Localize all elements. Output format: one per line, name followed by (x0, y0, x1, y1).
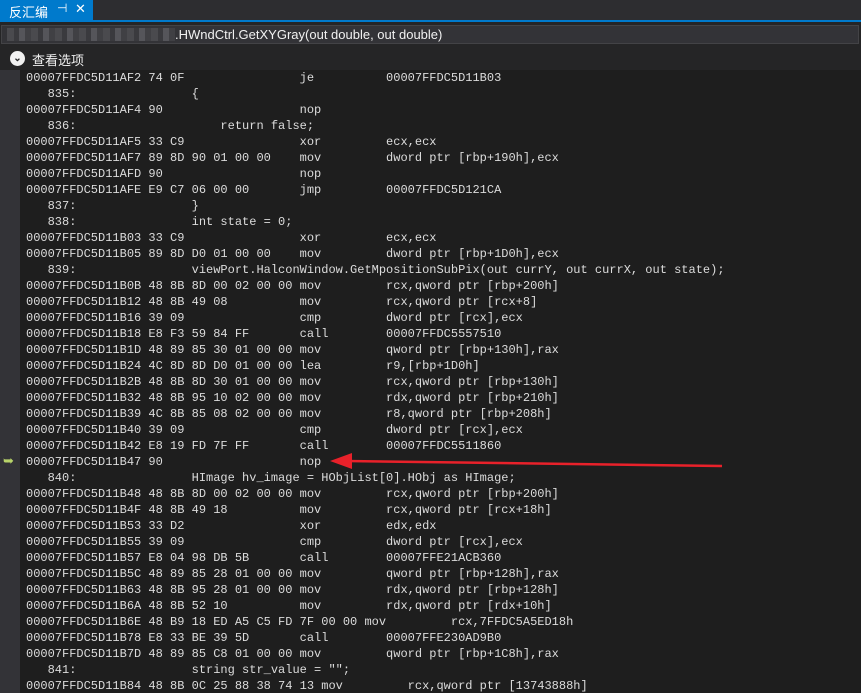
asm-line[interactable]: 00007FFDC5D11B48 48 8B 8D 00 02 00 00 mo… (26, 486, 559, 502)
asm-line[interactable]: 00007FFDC5D11B24 4C 8D 8D D0 01 00 00 le… (26, 358, 480, 374)
redacted-namespace (7, 28, 175, 41)
asm-line[interactable]: 00007FFDC5D11AF5 33 C9 xor ecx,ecx (26, 134, 436, 150)
asm-line[interactable]: 00007FFDC5D11B6E 48 B9 18 ED A5 C5 FD 7F… (26, 614, 573, 630)
instruction-pointer-arrow-icon: ➥ (3, 453, 14, 468)
asm-line[interactable]: 00007FFDC5D11AFD 90 nop (26, 166, 321, 182)
asm-line[interactable]: 00007FFDC5D11B0B 48 8B 8D 00 02 00 00 mo… (26, 278, 559, 294)
indicator-margin[interactable]: ➥ (0, 70, 20, 693)
source-line[interactable]: 838: int state = 0; (26, 214, 293, 230)
asm-line[interactable]: 00007FFDC5D11B55 39 09 cmp dword ptr [rc… (26, 534, 523, 550)
asm-line[interactable]: 00007FFDC5D11B42 E8 19 FD 7F FF call 000… (26, 438, 501, 454)
asm-line[interactable]: 00007FFDC5D11B18 E8 F3 59 84 FF call 000… (26, 326, 501, 342)
asm-line[interactable]: 00007FFDC5D11B63 48 8B 95 28 01 00 00 mo… (26, 582, 559, 598)
address-input[interactable]: .HWndCtrl.GetXYGray(out double, out doub… (1, 25, 859, 44)
asm-line[interactable]: 00007FFDC5D11B1D 48 89 85 30 01 00 00 mo… (26, 342, 559, 358)
asm-line[interactable]: 00007FFDC5D11AFE E9 C7 06 00 00 jmp 0000… (26, 182, 501, 198)
pin-icon[interactable]: ⊣ (57, 1, 67, 15)
address-bar: .HWndCtrl.GetXYGray(out double, out doub… (0, 22, 861, 46)
asm-line[interactable]: 00007FFDC5D11B03 33 C9 xor ecx,ecx (26, 230, 436, 246)
asm-line[interactable]: 00007FFDC5D11AF7 89 8D 90 01 00 00 mov d… (26, 150, 559, 166)
source-line[interactable]: 839: viewPort.HalconWindow.GetMpositionS… (26, 262, 725, 278)
asm-line[interactable]: 00007FFDC5D11B57 E8 04 98 DB 5B call 000… (26, 550, 501, 566)
source-line[interactable]: 836: return false; (26, 118, 314, 134)
source-line[interactable]: 837: } (26, 198, 199, 214)
asm-line[interactable]: 00007FFDC5D11B05 89 8D D0 01 00 00 mov d… (26, 246, 559, 262)
disassembly-code-view[interactable]: 00007FFDC5D11AF2 74 0F je 00007FFDC5D11B… (20, 70, 861, 693)
asm-line[interactable]: 00007FFDC5D11B40 39 09 cmp dword ptr [rc… (26, 422, 523, 438)
asm-line[interactable]: 00007FFDC5D11B78 E8 33 BE 39 5D call 000… (26, 630, 501, 646)
asm-line[interactable]: 00007FFDC5D11B5C 48 89 85 28 01 00 00 mo… (26, 566, 559, 582)
source-line[interactable]: 841: string str_value = ""; (26, 662, 350, 678)
asm-line[interactable]: 00007FFDC5D11B7D 48 89 85 C8 01 00 00 mo… (26, 646, 559, 662)
close-icon[interactable]: ✕ (75, 1, 86, 17)
asm-line[interactable]: 00007FFDC5D11B12 48 8B 49 08 mov rcx,qwo… (26, 294, 537, 310)
tab-disassembly[interactable]: 反汇编 ⊣ ✕ (0, 0, 93, 20)
asm-line[interactable]: 00007FFDC5D11B4F 48 8B 49 18 mov rcx,qwo… (26, 502, 552, 518)
asm-line[interactable]: 00007FFDC5D11B39 4C 8B 85 08 02 00 00 mo… (26, 406, 552, 422)
asm-line[interactable]: 00007FFDC5D11AF4 90 nop (26, 102, 321, 118)
source-line[interactable]: 835: { (26, 86, 199, 102)
asm-line[interactable]: 00007FFDC5D11B16 39 09 cmp dword ptr [rc… (26, 310, 523, 326)
tab-title: 反汇编 (9, 5, 49, 20)
asm-line[interactable]: 00007FFDC5D11B84 48 8B 0C 25 88 38 74 13… (26, 678, 588, 693)
document-tab-strip: 反汇编 ⊣ ✕ (0, 0, 861, 21)
asm-line[interactable]: 00007FFDC5D11B6A 48 8B 52 10 mov rdx,qwo… (26, 598, 552, 614)
view-options-bar[interactable]: ⌄ 查看选项 (0, 46, 861, 70)
asm-line[interactable]: 00007FFDC5D11B53 33 D2 xor edx,edx (26, 518, 436, 534)
chevron-down-icon[interactable]: ⌄ (10, 51, 25, 66)
source-line[interactable]: 840: HImage hv_image = HObjList[0].HObj … (26, 470, 516, 486)
address-method: .HWndCtrl.GetXYGray(out double, out doub… (175, 27, 443, 42)
view-options-label[interactable]: 查看选项 (32, 50, 84, 69)
asm-line[interactable]: 00007FFDC5D11B2B 48 8B 8D 30 01 00 00 mo… (26, 374, 559, 390)
asm-line[interactable]: 00007FFDC5D11B47 90 nop (26, 454, 321, 470)
asm-line[interactable]: 00007FFDC5D11AF2 74 0F je 00007FFDC5D11B… (26, 70, 501, 86)
asm-line[interactable]: 00007FFDC5D11B32 48 8B 95 10 02 00 00 mo… (26, 390, 559, 406)
